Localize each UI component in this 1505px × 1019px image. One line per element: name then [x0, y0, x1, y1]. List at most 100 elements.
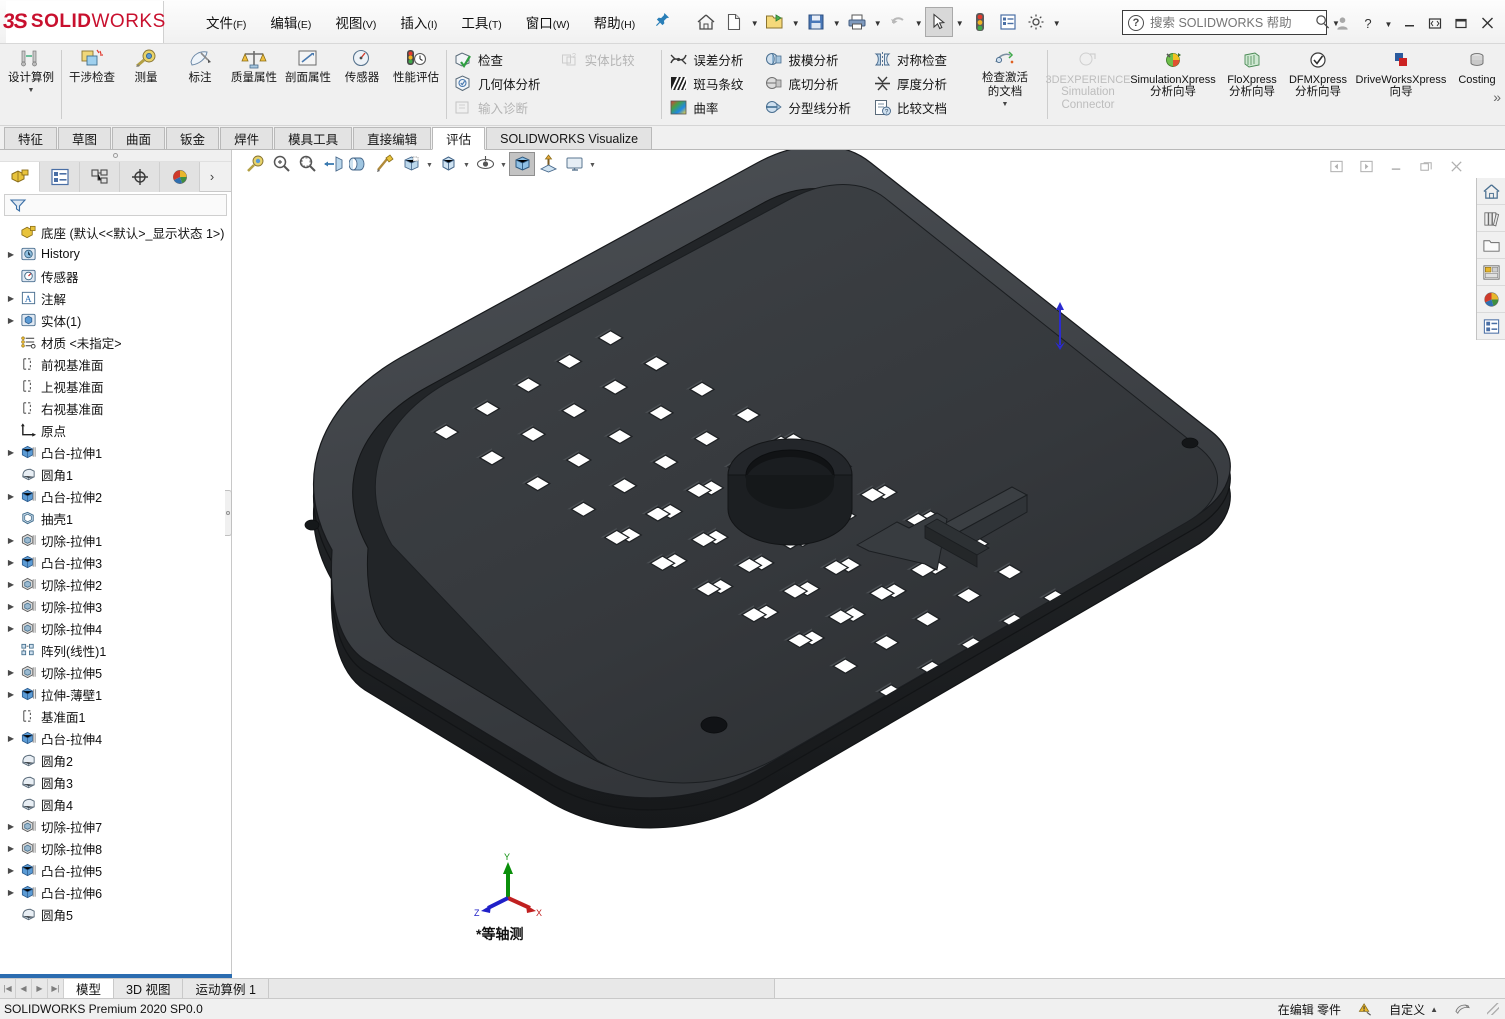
graphics-area[interactable]: ▼ ▼ ▼ ▼ Y X Z *等轴测 [232, 150, 1505, 978]
tree-item[interactable]: ▶ History [0, 243, 231, 265]
tree-item[interactable]: ▶ 切除-拉伸1 [0, 529, 231, 551]
hide-show-items-icon[interactable] [472, 152, 498, 176]
check-button[interactable]: 检查 [450, 47, 557, 71]
tab-features[interactable]: 特征 [4, 127, 58, 149]
select-tool-dropdown[interactable]: ▼ [953, 7, 966, 37]
undercut-analysis-button[interactable]: 底切分析 [760, 71, 869, 95]
tree-expander-icon[interactable]: ▶ [4, 445, 18, 459]
maximize-button[interactable] [1449, 10, 1473, 36]
display-manager-tab[interactable] [160, 162, 200, 192]
help-icon[interactable]: ? [1356, 10, 1380, 36]
tree-expander-icon[interactable]: ▶ [4, 731, 18, 745]
tree-expander-icon[interactable]: ▶ [4, 599, 18, 613]
view-palette-icon[interactable] [1477, 259, 1505, 286]
menu-insert[interactable]: 插入(I) [388, 7, 449, 37]
panel-resize-handle[interactable] [225, 490, 232, 536]
tab-weldments[interactable]: 焊件 [220, 127, 274, 149]
print-button[interactable] [843, 7, 871, 37]
tree-item[interactable]: ▶ 拉伸-薄壁1 [0, 683, 231, 705]
pin-icon[interactable] [655, 12, 670, 31]
tree-expander-icon[interactable]: ▶ [4, 665, 18, 679]
tab-mold-tools[interactable]: 模具工具 [274, 127, 353, 149]
tree-item[interactable]: ▶ 切除-拉伸5 [0, 661, 231, 683]
tree-item[interactable]: ▶ 凸台-拉伸5 [0, 859, 231, 881]
apply-scene-icon[interactable] [372, 152, 398, 176]
simulationxpress-button[interactable]: SimulationXpress 分析向导 [1125, 44, 1221, 125]
save-dropdown[interactable]: ▼ [830, 7, 843, 37]
deviation-analysis-button[interactable]: 误差分析 [665, 47, 760, 71]
close-button[interactable] [1475, 10, 1499, 36]
menu-view[interactable]: 视图(V) [323, 7, 388, 37]
design-study-button[interactable]: 设计算例 ▼ [4, 44, 58, 125]
menu-tools[interactable]: 工具(T) [449, 7, 513, 37]
tab-sketch[interactable]: 草图 [58, 127, 112, 149]
configuration-manager-tab[interactable] [80, 162, 120, 192]
tree-item[interactable]: 圆角2 [0, 749, 231, 771]
tab-sheet-metal[interactable]: 钣金 [166, 127, 220, 149]
tree-item[interactable]: ▶ 凸台-拉伸1 [0, 441, 231, 463]
curvature-button[interactable]: 曲率 [665, 95, 760, 119]
rebuild-button[interactable] [966, 7, 994, 37]
costing-button[interactable]: Costing [1449, 44, 1505, 125]
section-view-icon[interactable] [320, 152, 346, 176]
help-dropdown[interactable]: ▼ [1382, 8, 1395, 38]
measure-button[interactable]: 测量 [119, 44, 173, 125]
sensor-button[interactable]: 传感器 [335, 44, 389, 125]
interference-check-button[interactable]: 干涉检查 [65, 44, 119, 125]
tree-expander-icon[interactable]: ▶ [4, 247, 18, 261]
tree-expander-icon[interactable]: ▶ [4, 885, 18, 899]
tree-expander-icon[interactable]: ▶ [4, 577, 18, 591]
tree-expander-icon[interactable]: ▶ [4, 291, 18, 305]
tree-item[interactable]: ▶ 实体(1) [0, 309, 231, 331]
tree-expander-icon[interactable]: ▶ [4, 819, 18, 833]
tree-item[interactable]: ▶ 切除-拉伸7 [0, 815, 231, 837]
panel-tabs-more-icon[interactable]: › [200, 162, 224, 191]
home-button[interactable] [692, 7, 720, 37]
tree-item[interactable]: 抽壳1 [0, 507, 231, 529]
menu-edit[interactable]: 编辑(E) [258, 7, 323, 37]
model-tab-model[interactable]: 模型 [64, 979, 115, 998]
tree-item[interactable]: 阵列(线性)1 [0, 639, 231, 661]
tree-item[interactable]: 圆角5 [0, 903, 231, 925]
tree-item[interactable]: 圆角1 [0, 463, 231, 485]
next-document-button[interactable] [1353, 154, 1379, 178]
nav-last-icon[interactable]: ▶| [48, 979, 64, 998]
zebra-stripes-button[interactable]: 斑马条纹 [665, 71, 760, 95]
tree-item[interactable]: ▶ 切除-拉伸4 [0, 617, 231, 639]
tree-item[interactable]: 材质 <未指定> [0, 331, 231, 353]
parting-line-analysis-button[interactable]: 分型线分析 [760, 95, 869, 119]
tree-item[interactable]: ▶ 切除-拉伸3 [0, 595, 231, 617]
tree-item[interactable]: 圆角3 [0, 771, 231, 793]
tree-expander-icon[interactable]: ▶ [4, 621, 18, 635]
file-explorer-icon[interactable] [1477, 232, 1505, 259]
tab-evaluate[interactable]: 评估 [432, 127, 486, 150]
view-settings-dropdown[interactable]: ▼ [587, 152, 598, 176]
tree-item[interactable]: ▶ A 注解 [0, 287, 231, 309]
status-resize-grip[interactable] [1487, 1003, 1499, 1015]
dfmxpress-button[interactable]: DFMXpress 分析向导 [1283, 44, 1353, 125]
home-icon[interactable] [1477, 178, 1505, 205]
tree-expander-icon[interactable]: ▶ [4, 687, 18, 701]
tab-surfaces[interactable]: 曲面 [112, 127, 166, 149]
tree-expander-icon[interactable]: ▶ [4, 555, 18, 569]
markup-button[interactable]: 标注 [173, 44, 227, 125]
select-tool-button[interactable] [925, 6, 954, 37]
tree-expander-icon[interactable]: ▶ [4, 841, 18, 855]
display-style-icon[interactable] [435, 152, 461, 176]
tree-expander-icon[interactable]: ▶ [4, 489, 18, 503]
tree-item[interactable]: 上视基准面 [0, 375, 231, 397]
compare-documents-button[interactable]: ? 比较文档 [869, 95, 966, 119]
status-units-caret[interactable]: ▲ [1430, 1005, 1438, 1014]
thickness-analysis-button[interactable]: 厚度分析 [869, 71, 966, 95]
floxpress-button[interactable]: FloXpress 分析向导 [1221, 44, 1283, 125]
check-active-dropdown-arrow[interactable]: ▼ [1002, 101, 1009, 108]
draft-analysis-button[interactable]: 拔模分析 [760, 47, 869, 71]
dimxpert-manager-tab[interactable] [120, 162, 160, 192]
previous-document-button[interactable] [1323, 154, 1349, 178]
settings-gear-button[interactable] [1022, 7, 1050, 37]
search-icon[interactable] [1315, 14, 1330, 32]
open-document-dropdown[interactable]: ▼ [789, 7, 802, 37]
nav-first-icon[interactable]: |◀ [0, 979, 16, 998]
tree-item[interactable]: 基准面1 [0, 705, 231, 727]
tree-item[interactable]: ▶ 切除-拉伸8 [0, 837, 231, 859]
